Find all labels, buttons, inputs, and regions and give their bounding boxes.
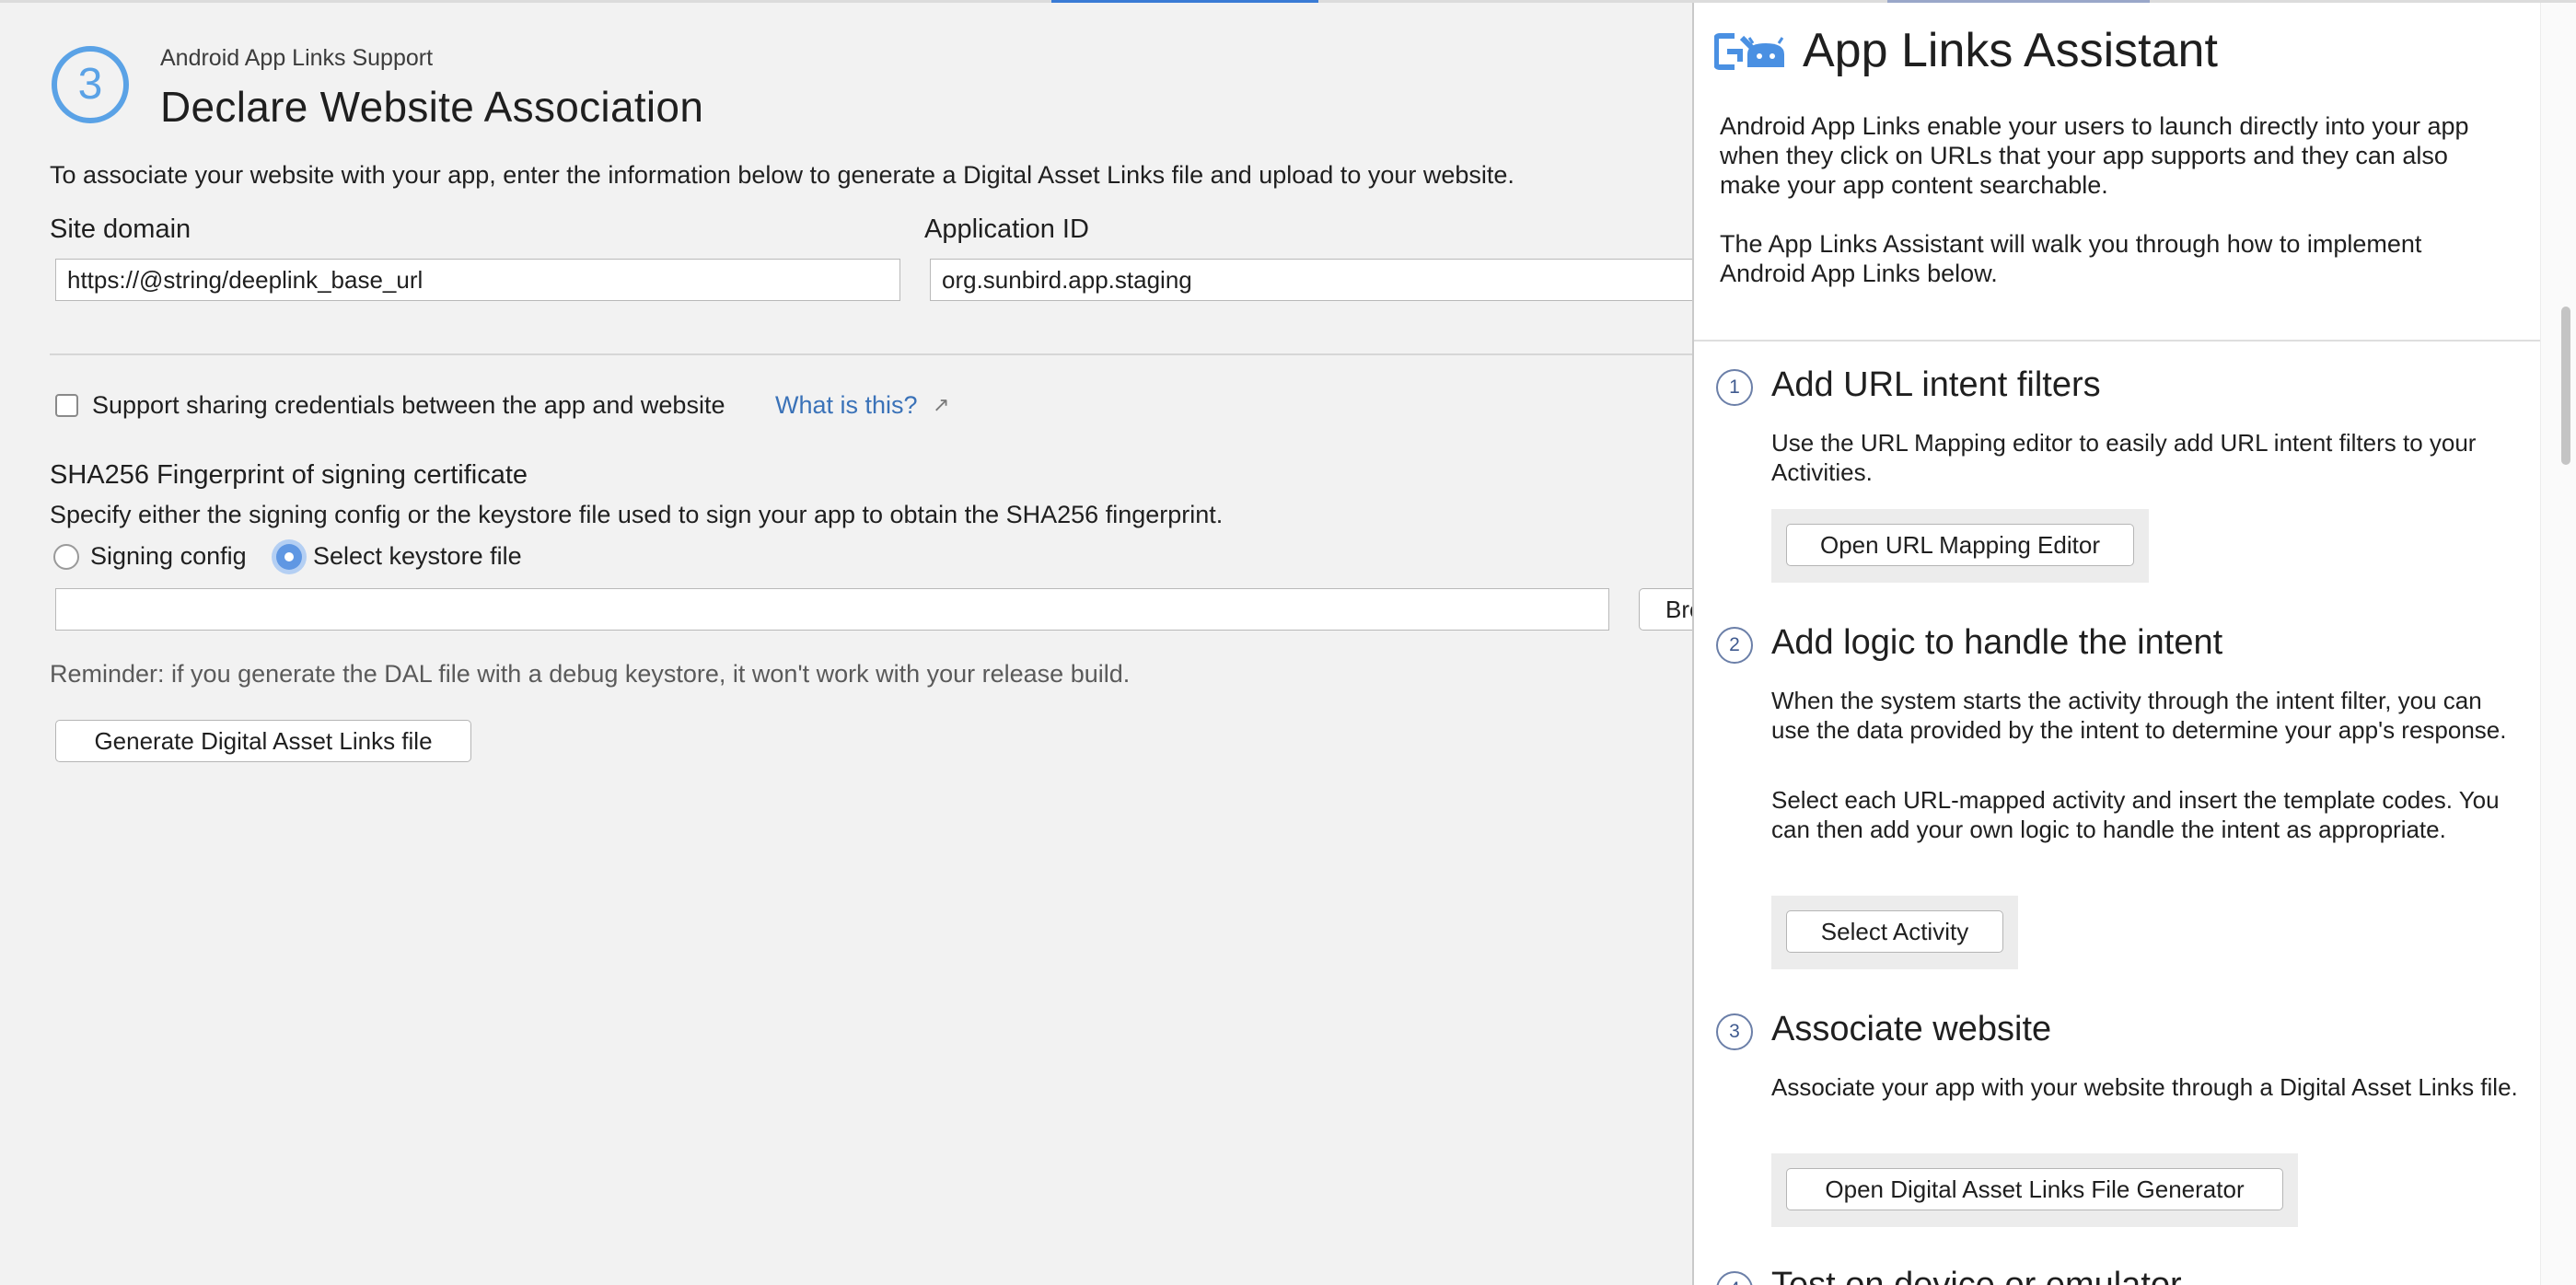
signing-config-radio[interactable] bbox=[53, 544, 79, 570]
assistant-title: App Links Assistant bbox=[1803, 24, 2218, 77]
open-url-mapping-editor-button[interactable]: Open URL Mapping Editor bbox=[1786, 524, 2134, 566]
signing-config-label: Signing config bbox=[90, 542, 247, 570]
step-2-badge: 2 bbox=[1716, 627, 1753, 664]
assistant-divider bbox=[1694, 340, 2541, 342]
external-link-icon: ↗ bbox=[933, 393, 950, 416]
app-links-assistant-panel: App Links Assistant Android App Links en… bbox=[1692, 3, 2576, 1285]
generate-dal-button[interactable]: Generate Digital Asset Links file bbox=[55, 720, 471, 762]
intro-text: To associate your website with your app,… bbox=[50, 161, 1514, 189]
application-id-input[interactable]: org.sunbird.app.staging bbox=[930, 259, 1692, 301]
step-4-title: Test on device or emulator bbox=[1771, 1266, 2182, 1285]
website-association-pane: 3 Android App Links Support Declare Webs… bbox=[0, 3, 1692, 1285]
step-4-badge: 4 bbox=[1716, 1271, 1753, 1285]
step-3-button-area: Open Digital Asset Links File Generator bbox=[1771, 1153, 2298, 1227]
step-3-title: Associate website bbox=[1771, 1010, 2052, 1048]
application-id-label: Application ID bbox=[924, 214, 1089, 244]
select-keystore-radio[interactable] bbox=[276, 544, 302, 570]
share-credentials-label: Support sharing credentials between the … bbox=[92, 391, 725, 419]
share-credentials-checkbox[interactable] bbox=[55, 394, 78, 417]
select-keystore-label: Select keystore file bbox=[313, 542, 522, 570]
section-divider bbox=[50, 353, 1692, 355]
keystore-path-input[interactable] bbox=[55, 588, 1609, 631]
step-1-button-area: Open URL Mapping Editor bbox=[1771, 509, 2149, 583]
select-activity-button[interactable]: Select Activity bbox=[1786, 910, 2003, 953]
site-domain-input[interactable]: https://@string/deeplink_base_url bbox=[55, 259, 900, 301]
assistant-scrollbar[interactable] bbox=[2540, 3, 2576, 1285]
step-number-badge: 3 bbox=[52, 46, 129, 123]
step-2-button-area: Select Activity bbox=[1771, 896, 2018, 969]
step-1-title: Add URL intent filters bbox=[1771, 365, 2101, 404]
step-2-text: When the system starts the activity thro… bbox=[1771, 687, 2507, 744]
step-2-text-2: Select each URL-mapped activity and inse… bbox=[1771, 786, 2500, 843]
sha256-description: Specify either the signing config or the… bbox=[50, 501, 1224, 528]
step-3-badge: 3 bbox=[1716, 1013, 1753, 1050]
sha256-heading: SHA256 Fingerprint of signing certificat… bbox=[50, 460, 528, 490]
browse-button[interactable]: Browse... bbox=[1639, 588, 1692, 631]
open-dal-generator-button[interactable]: Open Digital Asset Links File Generator bbox=[1786, 1168, 2283, 1210]
step-subtitle: Android App Links Support bbox=[160, 45, 434, 71]
step-3-text: Associate your app with your website thr… bbox=[1771, 1073, 2518, 1101]
what-is-this-link[interactable]: What is this? bbox=[775, 391, 918, 420]
page-title: Declare Website Association bbox=[160, 83, 704, 131]
app-links-logo-icon bbox=[1714, 33, 1784, 70]
scrollbar-thumb[interactable] bbox=[2561, 307, 2570, 465]
reminder-text: Reminder: if you generate the DAL file w… bbox=[50, 660, 1131, 688]
assistant-intro-1: Android App Links enable your users to l… bbox=[1720, 112, 2469, 199]
assistant-intro-2: The App Links Assistant will walk you th… bbox=[1720, 230, 2422, 287]
step-1-badge: 1 bbox=[1716, 369, 1753, 406]
step-2-title: Add logic to handle the intent bbox=[1771, 623, 2223, 662]
site-domain-label: Site domain bbox=[50, 214, 191, 244]
step-1-text: Use the URL Mapping editor to easily add… bbox=[1771, 429, 2477, 486]
